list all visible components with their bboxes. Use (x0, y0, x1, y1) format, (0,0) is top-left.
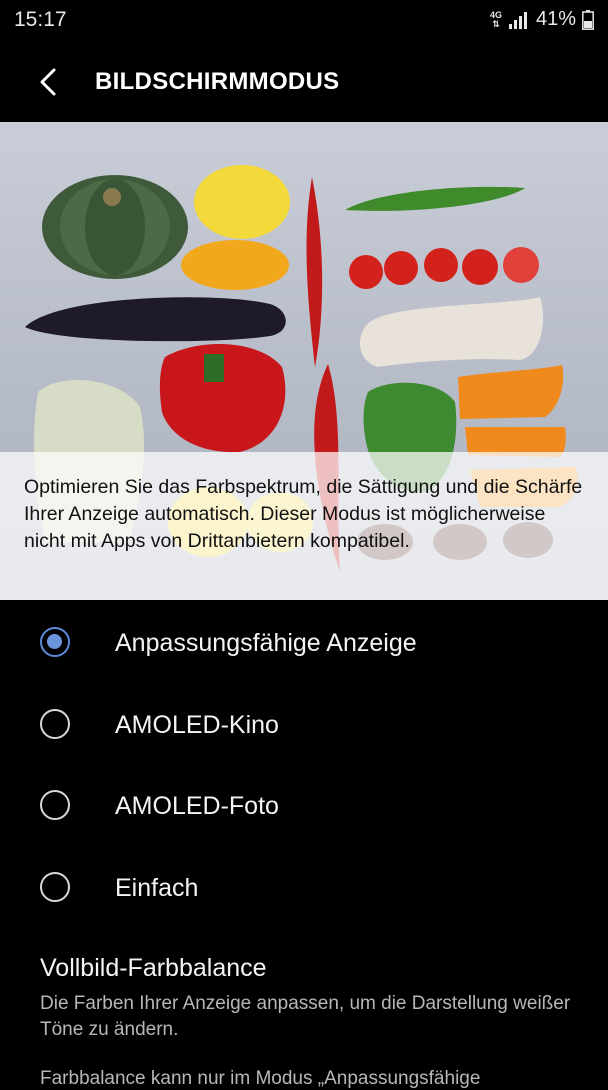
mode-option-adaptive[interactable]: Anpassungsfähige Anzeige (0, 603, 608, 683)
mode-label: AMOLED-Foto (115, 792, 279, 820)
mode-label: Einfach (115, 874, 199, 902)
battery-percent: 41% (535, 8, 576, 30)
back-button[interactable] (28, 62, 68, 102)
mode-description: Optimieren Sie das Farbspektrum, die Sät… (24, 476, 583, 552)
mode-option-amoled-cinema[interactable]: AMOLED-Kino (0, 685, 608, 765)
network-type-icon: 4G ⇅ (489, 9, 502, 29)
mode-option-basic[interactable]: Einfach (0, 848, 608, 928)
radio-button-selected[interactable] (40, 627, 70, 657)
status-icons: 4G ⇅ 41% (490, 8, 594, 31)
color-balance-setting[interactable]: Vollbild-Farbbalance Die Farben Ihrer An… (40, 954, 580, 1043)
app-bar: BILDSCHIRMMODUS (0, 40, 608, 122)
mode-option-amoled-photo[interactable]: AMOLED-Foto (0, 766, 608, 846)
battery-icon (582, 9, 594, 30)
radio-button[interactable] (40, 709, 70, 739)
mode-label: Anpassungsfähige Anzeige (115, 629, 417, 657)
color-balance-subtitle: Die Farben Ihrer Anzeige anpassen, um di… (40, 993, 571, 1040)
mode-label: AMOLED-Kino (115, 711, 279, 739)
page-title: BILDSCHIRMMODUS (95, 68, 340, 95)
signal-icon (508, 11, 527, 29)
preview-image: Optimieren Sie das Farbspektrum, die Sät… (0, 122, 608, 600)
status-bar: 15:17 4G ⇅ 41% (0, 0, 608, 40)
radio-button[interactable] (40, 790, 70, 820)
status-time: 15:17 (14, 8, 67, 31)
radio-button[interactable] (40, 872, 70, 902)
color-balance-title: Vollbild-Farbbalance (40, 954, 267, 982)
back-arrow-icon (40, 68, 56, 96)
color-balance-note: Farbbalance kann nur im Modus „Anpassung… (40, 1068, 481, 1089)
